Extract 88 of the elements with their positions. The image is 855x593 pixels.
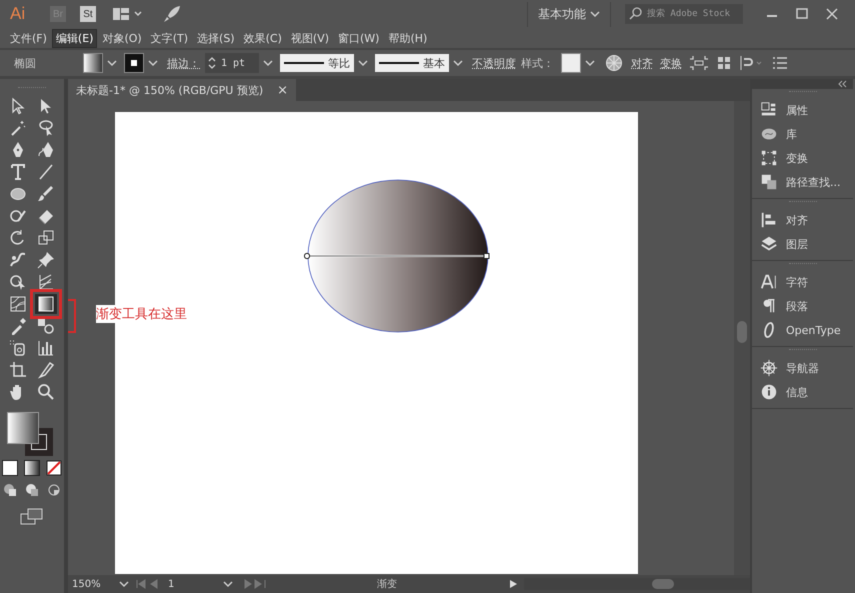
layers-icon xyxy=(760,235,778,253)
layout-icon[interactable] xyxy=(113,7,143,21)
maximize-icon[interactable] xyxy=(795,7,809,21)
transform-link[interactable]: 变换 xyxy=(660,56,682,70)
panel-item[interactable]: 属性 xyxy=(752,98,853,122)
menu-item[interactable]: 帮助(H) xyxy=(384,28,432,48)
mesh-icon xyxy=(8,294,28,314)
stroke-link[interactable]: 描边： xyxy=(167,56,200,70)
horizontal-scrollbar[interactable] xyxy=(524,578,750,590)
character-icon xyxy=(760,273,778,291)
menu-item[interactable]: 效果(C) xyxy=(240,28,286,48)
pathfinder-icon xyxy=(760,173,778,191)
artboard-field[interactable]: 1 xyxy=(168,578,216,590)
grid-icon[interactable] xyxy=(717,56,731,70)
pen-icon xyxy=(36,140,56,160)
sprayer-icon xyxy=(8,338,28,358)
brush-icon xyxy=(36,184,56,204)
workspace-switcher[interactable]: 基本功能 xyxy=(527,2,611,26)
scrollbar-thumb[interactable] xyxy=(737,321,747,343)
draw-behind-icon[interactable] xyxy=(24,482,40,498)
close-icon[interactable] xyxy=(825,7,839,21)
artboard-icon xyxy=(8,360,28,380)
brush-dropdown[interactable]: 基本 xyxy=(375,54,449,72)
gradient-icon xyxy=(36,294,56,314)
stock-button[interactable]: St xyxy=(80,6,96,22)
menu-item[interactable]: 编辑(E) xyxy=(52,28,98,48)
recolor-icon[interactable] xyxy=(605,54,623,72)
current-tool-label: 渐变 xyxy=(376,578,398,591)
column-graph-icon xyxy=(36,338,56,358)
pin-icon xyxy=(36,250,56,270)
draw-normal-icon[interactable] xyxy=(2,482,18,498)
spinner-icon[interactable] xyxy=(207,55,217,71)
profile-dropdown[interactable]: 等比 xyxy=(280,54,354,72)
panel-item[interactable]: OpenType xyxy=(752,318,853,342)
tool-button[interactable] xyxy=(35,294,57,314)
play-icon[interactable] xyxy=(508,579,518,589)
document-tab[interactable]: 未标题-1* @ 150% (RGB/GPU 预览) × xyxy=(68,79,296,101)
menu-item[interactable]: 窗口(W) xyxy=(334,28,384,48)
caret-icon xyxy=(590,10,600,18)
gradient-annotator[interactable] xyxy=(304,252,490,260)
distribute-icon[interactable] xyxy=(740,56,764,70)
panel-item[interactable]: 对齐 xyxy=(752,208,853,232)
app-logo: Ai xyxy=(10,4,26,24)
menu-item[interactable]: 文件(F) xyxy=(6,28,51,48)
none-swatch-icon[interactable] xyxy=(46,460,62,476)
style-label: 样式： xyxy=(521,56,554,70)
fill-swatch[interactable] xyxy=(83,53,103,73)
panel-item[interactable]: 信息 xyxy=(752,380,853,404)
tab-close-button[interactable]: × xyxy=(277,82,288,98)
transform-icon xyxy=(760,149,778,167)
tool-button[interactable] xyxy=(35,360,57,380)
search-field[interactable]: 搜索 Adobe Stock xyxy=(625,4,743,24)
menu-icon[interactable] xyxy=(773,56,787,70)
align-link[interactable]: 对齐 xyxy=(631,56,653,70)
stroke-swatch[interactable] xyxy=(124,53,144,73)
menu-item[interactable]: 视图(V) xyxy=(286,28,333,48)
opacity-link[interactable]: 不透明度 xyxy=(472,56,516,70)
panel-item[interactable]: 路径查找... xyxy=(752,170,853,194)
align-icon xyxy=(760,211,778,229)
type-icon xyxy=(8,162,28,182)
panel-item[interactable]: 字符 xyxy=(752,270,853,294)
stroke-weight-field[interactable]: 1 pt xyxy=(205,53,259,73)
screen-mode-icon[interactable] xyxy=(20,508,44,526)
menu-item[interactable]: 选择(S) xyxy=(193,28,239,48)
object-type-label: 椭圆 xyxy=(14,56,37,70)
panel-item[interactable]: 图层 xyxy=(752,232,853,256)
menu-item[interactable]: 对象(O) xyxy=(98,28,146,48)
blend-icon xyxy=(36,316,56,336)
annotation-text: 渐变工具在这里 xyxy=(96,305,187,323)
wheel-icon xyxy=(760,359,778,377)
style-swatch[interactable] xyxy=(561,53,581,73)
color-mode-button[interactable] xyxy=(2,460,18,476)
panel-item[interactable]: 段落 xyxy=(752,294,853,318)
info-icon xyxy=(760,383,778,401)
menu-item[interactable]: 文字(T) xyxy=(146,28,192,48)
tool-button[interactable] xyxy=(35,250,57,270)
zoom-field[interactable]: 150% xyxy=(72,578,112,590)
rocket-icon[interactable] xyxy=(163,5,181,23)
panel-item[interactable]: 库 xyxy=(752,122,853,146)
tool-button[interactable] xyxy=(7,360,29,380)
gradient-mode-button[interactable] xyxy=(24,460,40,476)
panel-item[interactable]: 导航器 xyxy=(752,356,853,380)
panel-item[interactable]: 变换 xyxy=(752,146,853,170)
search-icon xyxy=(36,382,56,402)
draw-inside-icon[interactable] xyxy=(46,482,62,498)
isolate-icon[interactable] xyxy=(690,55,708,71)
knife-icon xyxy=(36,360,56,380)
collapse-icon[interactable] xyxy=(837,80,847,88)
